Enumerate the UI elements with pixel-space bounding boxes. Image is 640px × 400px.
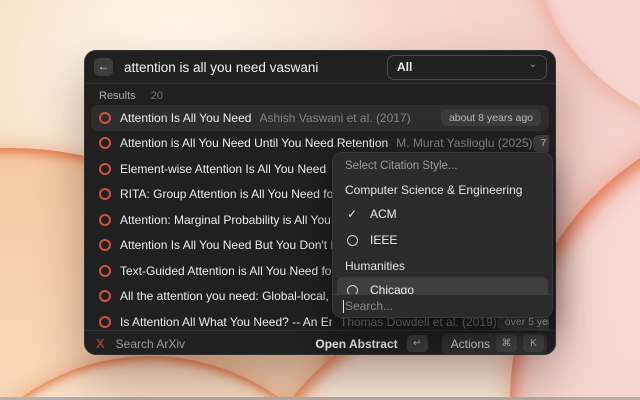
arxiv-paper-icon	[99, 316, 111, 328]
citation-search-field[interactable]: Search...	[333, 294, 552, 317]
citation-search-placeholder: Search...	[345, 299, 393, 313]
citation-option-label: ACM	[370, 207, 397, 221]
arxiv-paper-icon	[99, 112, 111, 124]
back-button[interactable]: ←	[94, 58, 113, 76]
citation-option-acm[interactable]: ✓ ACM	[337, 201, 548, 227]
radio-circle-icon	[345, 235, 359, 246]
result-title: Attention is All You Need Until You Need…	[120, 136, 388, 150]
filter-value: All	[397, 60, 412, 74]
footer-bar: X Search ArXiv Open Abstract ↵ Actions ⌘…	[85, 330, 555, 355]
arxiv-paper-icon	[99, 188, 111, 200]
footer-app-label: Search ArXiv	[116, 337, 185, 351]
arxiv-paper-icon	[99, 214, 111, 226]
result-authors: Ashish Vaswani et al. (2017)	[259, 111, 410, 125]
citation-section-label: Humanities	[333, 253, 552, 277]
result-title: Attention Is All You Need	[120, 111, 251, 125]
result-age-badge: 7 months ago	[533, 135, 550, 152]
arxiv-logo-icon: X	[96, 336, 105, 351]
chevron-down-icon: ⌄	[529, 60, 537, 70]
citation-sections: Computer Science & Engineering ✓ ACM IEEE Hu…	[333, 177, 552, 303]
command-key-icon: ⌘	[496, 335, 517, 352]
citation-option-ieee[interactable]: IEEE	[337, 227, 548, 253]
text-cursor	[343, 300, 344, 313]
citation-style-dropdown: Select Citation Style... Computer Scienc…	[332, 152, 553, 318]
arxiv-paper-icon	[99, 163, 111, 175]
citation-section-label: Computer Science & Engineering	[333, 177, 552, 201]
results-header: Results 20	[85, 84, 555, 105]
citation-dropdown-title: Select Citation Style...	[333, 153, 552, 177]
actions-label: Actions	[451, 337, 490, 351]
result-authors: M. Murat Yaslioglu (2025)	[396, 136, 532, 150]
arxiv-paper-icon	[99, 239, 111, 251]
search-input[interactable]: attention is all you need vaswani	[124, 60, 318, 75]
desktop: ← attention is all you need vaswani All …	[0, 0, 640, 400]
citation-option-label: IEEE	[370, 233, 397, 247]
result-row[interactable]: Attention Is All You Need Ashish Vaswani …	[91, 105, 549, 131]
k-key-icon: K	[523, 335, 544, 352]
result-title: Is Attention All What You Need? -- An Em…	[120, 315, 332, 329]
result-title: Element-wise Attention Is All You Need	[120, 162, 326, 176]
check-icon: ✓	[345, 207, 359, 221]
category-filter-dropdown[interactable]: All ⌄	[387, 55, 547, 80]
actions-button[interactable]: Actions ⌘ K	[442, 333, 547, 355]
results-count: 20	[151, 90, 163, 102]
arxiv-paper-icon	[99, 290, 111, 302]
arxiv-paper-icon	[99, 265, 111, 277]
result-age-badge: about 8 years ago	[441, 109, 541, 126]
open-abstract-button[interactable]: Open Abstract	[315, 337, 397, 351]
results-label: Results	[99, 90, 136, 102]
arxiv-paper-icon	[99, 137, 111, 149]
search-header: ← attention is all you need vaswani All …	[85, 51, 555, 84]
enter-key-icon: ↵	[407, 335, 428, 352]
